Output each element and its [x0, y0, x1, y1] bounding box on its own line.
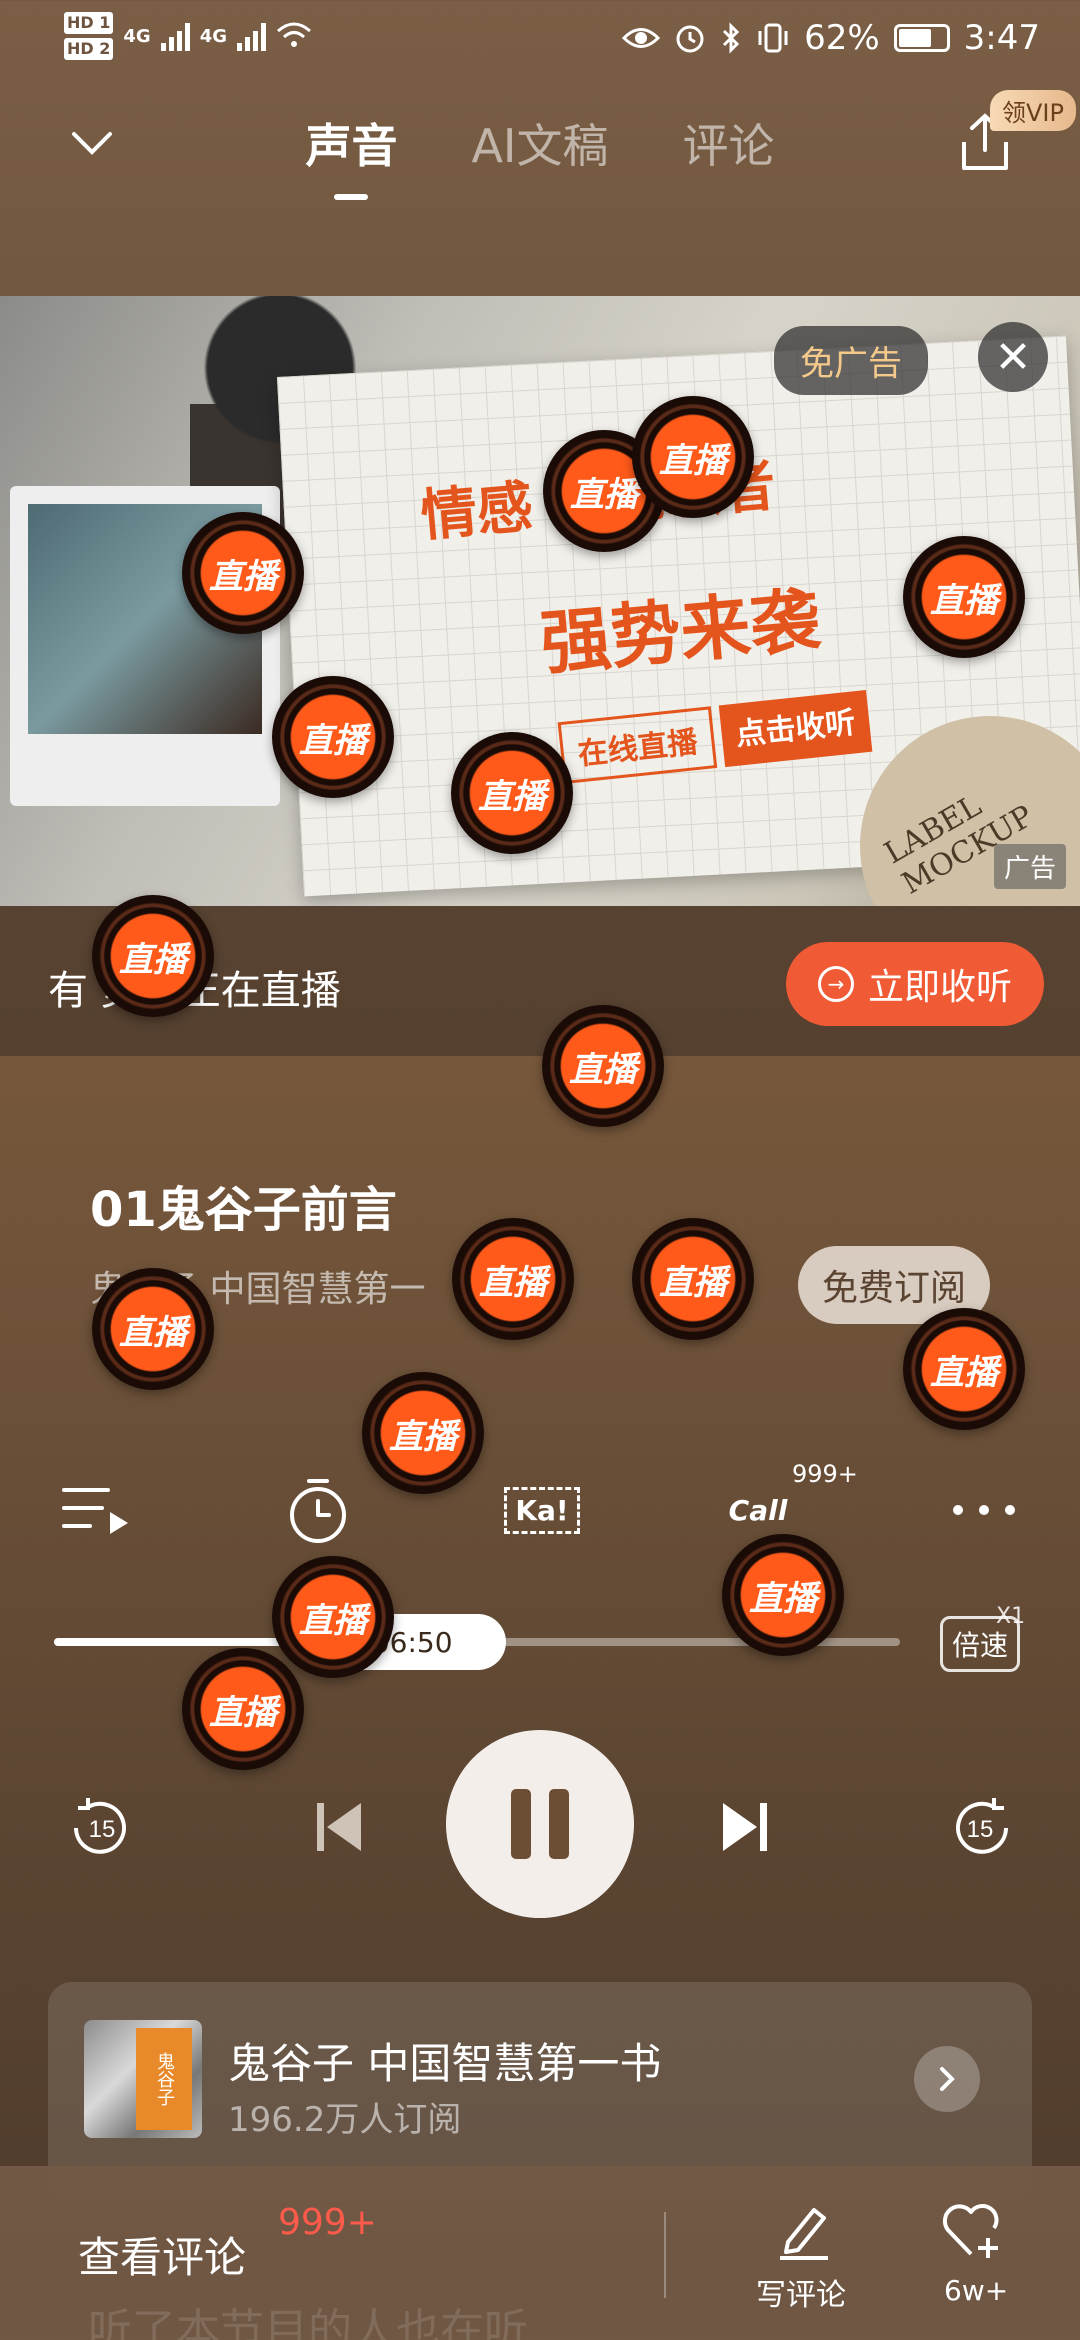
- live-sticker[interactable]: 直播: [903, 536, 1025, 658]
- karaoke-icon[interactable]: Ka!: [496, 1470, 588, 1550]
- enter-icon: →: [817, 966, 854, 1002]
- bluetooth-icon: [723, 22, 740, 54]
- recommend-peek-text: 听了本节目的人也在听: [88, 2305, 528, 2340]
- live-sticker[interactable]: 直播: [272, 676, 394, 798]
- battery-icon: [893, 24, 950, 52]
- live-sticker[interactable]: 直播: [542, 1005, 664, 1127]
- comments-count: 999+: [278, 2202, 377, 2243]
- rewind-icon: 15: [74, 1798, 126, 1854]
- episode-title: 01鬼谷子前言: [90, 1182, 397, 1238]
- hd1-label: HD 1: [64, 12, 114, 34]
- forward-15-button[interactable]: 15: [944, 1790, 1020, 1866]
- status-right: 62% 3:47: [622, 18, 1040, 58]
- live-sticker[interactable]: 直播: [362, 1372, 484, 1494]
- tab-bar: 声音 AI文稿 评论: [0, 110, 1080, 176]
- ad-label: 广告: [994, 844, 1067, 889]
- live-sticker[interactable]: 直播: [632, 396, 754, 518]
- write-comment-label[interactable]: 写评论: [756, 2270, 846, 2314]
- live-sticker[interactable]: 直播: [903, 1308, 1025, 1430]
- live-sticker[interactable]: 直播: [451, 732, 573, 854]
- vibrate-icon: [758, 23, 788, 53]
- header: 声音 AI文稿 评论 领VIP: [0, 90, 1080, 200]
- clock: 3:47: [963, 18, 1040, 58]
- rewind-15-button[interactable]: 15: [62, 1790, 138, 1866]
- status-bar: HD 1 HD 2 4G 4G 62% 3:47: [0, 0, 1080, 80]
- live-sticker[interactable]: 直播: [722, 1534, 844, 1656]
- forward-icon: 15: [956, 1798, 1008, 1854]
- call-count-badge: 999+: [792, 1460, 858, 1488]
- playlist-icon[interactable]: [56, 1470, 136, 1550]
- timer-icon[interactable]: [278, 1470, 358, 1550]
- call-label: Call: [728, 1493, 788, 1527]
- close-icon: ✕: [994, 331, 1032, 383]
- speed-value: X1: [996, 1604, 1026, 1629]
- live-sticker[interactable]: 直播: [632, 1218, 754, 1340]
- status-left: HD 1 HD 2 4G 4G: [64, 10, 312, 62]
- album-arrow-button[interactable]: [914, 2046, 980, 2112]
- more-icon[interactable]: [944, 1470, 1024, 1550]
- previous-button[interactable]: [306, 1794, 372, 1860]
- tab-audio[interactable]: 声音: [301, 110, 401, 176]
- album-cover-title: 鬼谷子: [136, 2028, 192, 2130]
- hd-indicator: HD 1 HD 2: [64, 10, 114, 62]
- wifi-icon: [277, 22, 311, 47]
- close-ad-button[interactable]: ✕: [978, 322, 1048, 392]
- live-sticker[interactable]: 直播: [92, 1268, 214, 1390]
- heart-plus-icon[interactable]: [938, 2198, 1004, 2264]
- view-comments-link[interactable]: 查看评论: [78, 2224, 246, 2285]
- listen-now-label: 立即收听: [867, 967, 1012, 1008]
- network-type-2: 4G: [199, 25, 227, 47]
- tab-ai-transcript[interactable]: AI文稿: [467, 110, 612, 176]
- alarm-icon: [676, 25, 704, 53]
- album-cover: 鬼谷子: [84, 2020, 202, 2138]
- album-name: 鬼谷子 中国智慧第一书: [228, 2039, 662, 2088]
- network-type-1: 4G: [123, 25, 151, 47]
- live-sticker[interactable]: 直播: [92, 895, 214, 1017]
- pause-icon-right: [549, 1789, 569, 1859]
- karaoke-label: Ka!: [504, 1486, 580, 1534]
- remove-ads-button[interactable]: 免广告: [774, 326, 928, 395]
- next-icon: [723, 1803, 767, 1851]
- pen-icon[interactable]: [774, 2200, 834, 2260]
- pause-icon-left: [511, 1789, 531, 1859]
- signal-icon: [160, 21, 190, 51]
- eye-icon: [622, 28, 661, 48]
- hd2-label: HD 2: [64, 38, 114, 60]
- progress-fill: [54, 1638, 308, 1646]
- chevron-right-icon: [940, 2067, 955, 2091]
- rewind-label: 15: [89, 1816, 116, 1843]
- like-count: 6w+: [944, 2274, 1009, 2307]
- listen-now-button[interactable]: → 立即收听: [786, 942, 1044, 1026]
- pause-button[interactable]: [446, 1730, 634, 1918]
- vip-badge[interactable]: 领VIP: [990, 90, 1076, 131]
- signal-icon-2: [237, 21, 266, 51]
- live-sticker[interactable]: 直播: [272, 1556, 394, 1678]
- divider: [664, 2212, 666, 2298]
- live-sticker[interactable]: 直播: [452, 1218, 574, 1340]
- tab-comments[interactable]: 评论: [679, 110, 779, 176]
- live-sticker[interactable]: 直播: [182, 512, 304, 634]
- battery-percent: 62%: [804, 18, 880, 58]
- tools-row: Ka! Call 999+: [0, 1460, 1080, 1560]
- next-button[interactable]: [712, 1794, 778, 1860]
- forward-label: 15: [967, 1816, 994, 1843]
- album-subscribers: 196.2万人订阅: [228, 2100, 462, 2140]
- previous-icon: [317, 1803, 361, 1851]
- live-sticker[interactable]: 直播: [182, 1648, 304, 1770]
